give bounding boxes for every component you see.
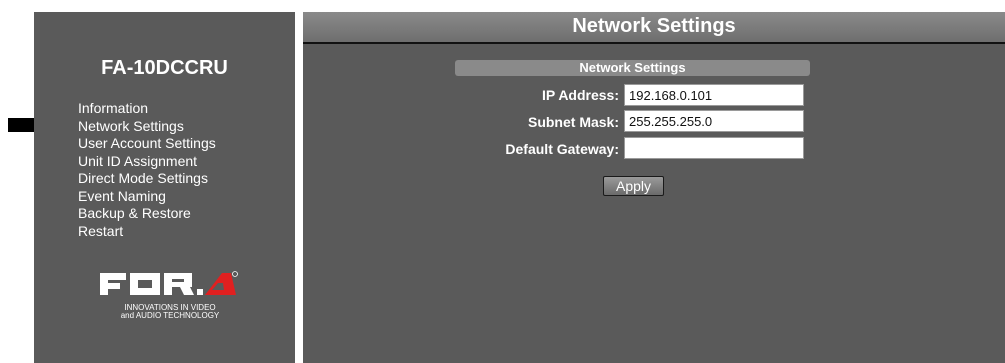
sidebar: FA-10DCCRU Information Network Settings … bbox=[34, 12, 295, 363]
nav-item-restart[interactable]: Restart bbox=[78, 223, 216, 241]
nav-item-direct-mode-settings[interactable]: Direct Mode Settings bbox=[78, 170, 216, 188]
page-header: Network Settings bbox=[303, 12, 1005, 44]
ip-address-input[interactable] bbox=[624, 84, 804, 106]
nav-item-unit-id-assignment[interactable]: Unit ID Assignment bbox=[78, 153, 216, 171]
sidebar-nav: Information Network Settings User Accoun… bbox=[78, 100, 216, 240]
fora-logo-wordmark bbox=[98, 270, 238, 302]
main-panel: Network Settings Network Settings IP Add… bbox=[303, 12, 1005, 363]
nav-item-backup-restore[interactable]: Backup & Restore bbox=[78, 205, 216, 223]
nav-item-user-account-settings[interactable]: User Account Settings bbox=[78, 135, 216, 153]
fora-logo: INNOVATIONS IN VIDEO and AUDIO TECHNOLOG… bbox=[98, 270, 238, 330]
nav-item-information[interactable]: Information bbox=[78, 100, 216, 118]
subnet-mask-label: Subnet Mask: bbox=[527, 114, 619, 130]
logo-tagline-2: and AUDIO TECHNOLOGY bbox=[120, 311, 220, 320]
nav-item-event-naming[interactable]: Event Naming bbox=[78, 188, 216, 206]
ip-address-label: IP Address: bbox=[541, 87, 619, 103]
nav-item-network-settings[interactable]: Network Settings bbox=[78, 118, 216, 136]
subnet-mask-input[interactable] bbox=[624, 110, 804, 132]
section-title: Network Settings bbox=[455, 60, 810, 76]
default-gateway-label: Default Gateway: bbox=[505, 141, 619, 157]
default-gateway-input[interactable] bbox=[624, 137, 804, 159]
model-title: FA-10DCCRU bbox=[101, 57, 228, 79]
page-title: Network Settings bbox=[572, 15, 736, 37]
apply-button[interactable]: Apply bbox=[603, 176, 664, 196]
